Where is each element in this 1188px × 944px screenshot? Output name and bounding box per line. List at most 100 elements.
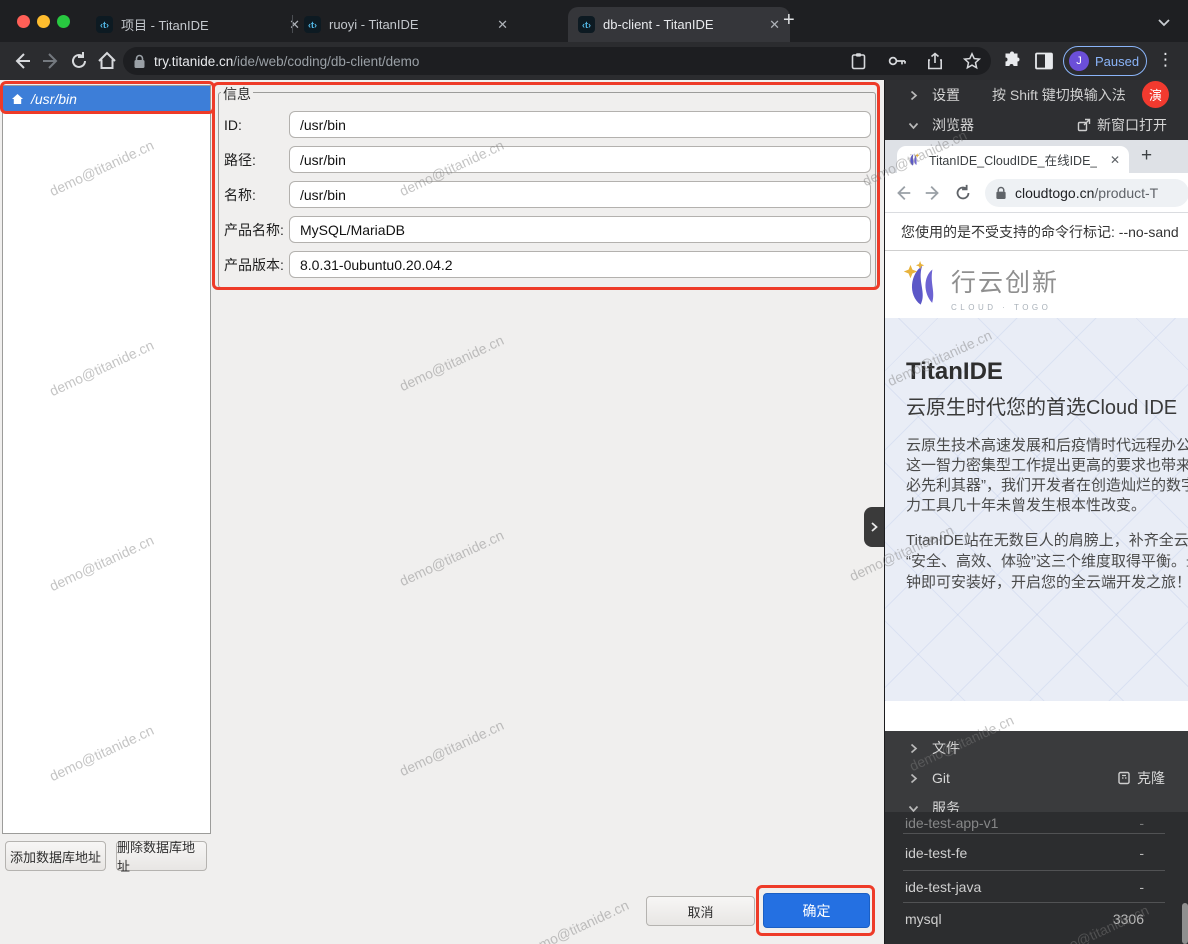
cloudtogo-logo-section: 行云创新 CLOUD · TOGO (885, 251, 1188, 318)
cloudtogo-logo-icon (899, 259, 945, 309)
profile-chip[interactable]: J Paused (1063, 46, 1147, 76)
share-icon[interactable] (927, 52, 943, 70)
tree-item-git[interactable]: Git 克隆 (885, 763, 1188, 793)
hero-subtitle: 云原生时代您的首选Cloud IDE (906, 391, 1177, 420)
close-tab-icon[interactable]: ✕ (769, 17, 780, 33)
embedded-tabstrip: TitanIDE_CloudIDE_在线IDE_ ✕ + (885, 140, 1188, 173)
cloudtogo-logo-sub: CLOUD · TOGO (951, 303, 1059, 312)
field-input-version[interactable]: 8.0.31-0ubuntu0.20.04.2 (289, 251, 871, 278)
scrollbar-thumb[interactable] (1182, 903, 1188, 944)
titanide-favicon: ‹t› (304, 16, 321, 33)
service-row[interactable]: ide-test-fe - (885, 836, 1188, 869)
forward-icon[interactable] (923, 183, 943, 203)
git-label: Git (932, 770, 950, 786)
cloudtogo-favicon (906, 152, 921, 167)
service-row[interactable]: ide-test-java - (885, 870, 1188, 903)
files-label: 文件 (932, 738, 960, 758)
lock-icon (995, 186, 1007, 200)
new-tab-button[interactable]: + (1141, 145, 1152, 167)
back-icon[interactable] (893, 183, 913, 203)
close-tab-icon[interactable]: ✕ (497, 17, 508, 33)
tab-label: db-client - TitanIDE (603, 17, 714, 32)
tree-item-files[interactable]: 文件 (885, 733, 1188, 763)
chevron-right-icon (907, 89, 920, 102)
cloudtogo-logo-name: 行云创新 (951, 263, 1059, 299)
row-divider (903, 833, 1165, 834)
bookmark-star-icon[interactable] (963, 52, 981, 70)
unsupported-flag-warning: 您使用的是不受支持的命令行标记: --no-sand (885, 213, 1188, 251)
url-path: /product-T (1094, 185, 1158, 201)
clipboard-icon[interactable] (850, 52, 867, 70)
address-bar[interactable]: try.titanide.cn/ide/web/coding/db-client… (123, 47, 991, 75)
remove-database-button[interactable]: 删除数据库地址 (116, 841, 207, 871)
input-method-hint: 按 Shift 键切换输入法 (992, 85, 1126, 105)
tab-search-chevron-icon[interactable] (1154, 12, 1174, 32)
field-input-path[interactable]: /usr/bin (289, 146, 871, 173)
url-host: try.titanide.cn (154, 54, 233, 69)
browser-toolbar: try.titanide.cn/ide/web/coding/db-client… (0, 42, 1188, 80)
field-label-product: 产品名称: (224, 216, 286, 243)
reload-icon[interactable] (68, 50, 90, 72)
embedded-tab[interactable]: TitanIDE_CloudIDE_在线IDE_ ✕ (897, 146, 1129, 173)
ide-side-panel: 设置 按 Shift 键切换输入法 演 浏览器 新窗口打开 (884, 80, 1188, 944)
ide-tree-section: 文件 Git 克隆 服务 (885, 731, 1188, 944)
clone-label: 克隆 (1137, 768, 1165, 788)
password-key-icon[interactable] (887, 54, 907, 68)
tab-db-client[interactable]: ‹t› db-client - TitanIDE ✕ (568, 7, 790, 42)
field-label-version: 产品版本: (224, 251, 286, 278)
home-icon (11, 93, 24, 105)
info-legend: 信息 (221, 84, 253, 104)
tab-project[interactable]: ‹t› 项目 - TitanIDE ✕ (86, 7, 310, 42)
chevron-down-icon (907, 119, 920, 132)
home-icon[interactable] (96, 50, 118, 72)
demo-badge[interactable]: 演 (1142, 81, 1169, 108)
service-list: ide-test-app-v1 - ide-test-fe - ide-test… (885, 812, 1188, 944)
external-link-icon (1077, 118, 1091, 132)
hero-title: TitanIDE (906, 358, 1003, 386)
url-host: cloudtogo.cn (1015, 185, 1094, 201)
field-label-path: 路径: (224, 146, 286, 173)
service-row[interactable]: mysql 3306 (885, 902, 1188, 935)
browser-label: 浏览器 (932, 115, 974, 135)
embedded-tab-title: TitanIDE_CloudIDE_在线IDE_ (929, 150, 1097, 169)
collapse-panel-handle[interactable] (864, 507, 884, 547)
browser-section-row[interactable]: 浏览器 新窗口打开 (885, 110, 1188, 140)
settings-label: 设置 (932, 85, 960, 105)
minimize-window-button[interactable] (37, 15, 50, 28)
embedded-address-bar[interactable]: cloudtogo.cn/product-T (985, 179, 1188, 207)
clone-icon (1117, 771, 1131, 785)
avatar: J (1069, 51, 1089, 71)
titanide-favicon: ‹t› (96, 16, 113, 33)
chevron-right-icon (907, 742, 920, 755)
add-database-button[interactable]: 添加数据库地址 (5, 841, 106, 871)
maximize-window-button[interactable] (57, 15, 70, 28)
new-tab-button[interactable]: + (783, 10, 795, 30)
titanide-favicon: ‹t› (578, 16, 595, 33)
git-clone-button[interactable]: 克隆 (1117, 768, 1165, 788)
tab-label: ruoyi - TitanIDE (329, 17, 419, 32)
field-input-name[interactable]: /usr/bin (289, 181, 871, 208)
reload-icon[interactable] (953, 183, 973, 203)
extensions-puzzle-icon[interactable] (1002, 51, 1022, 71)
tab-divider (292, 15, 293, 33)
forward-icon[interactable] (40, 50, 62, 72)
field-input-id[interactable]: /usr/bin (289, 111, 871, 138)
ok-button[interactable]: 确定 (763, 893, 870, 928)
db-client-app: /usr/bin 信息 ID: /usr/bin 路径: /usr/bin 名称… (0, 80, 884, 944)
profile-status: Paused (1095, 54, 1139, 69)
close-window-button[interactable] (17, 15, 30, 28)
cancel-button[interactable]: 取消 (646, 896, 755, 926)
close-tab-icon[interactable]: ✕ (1110, 153, 1120, 167)
service-row[interactable]: ide-test-app-v1 - (885, 812, 1188, 839)
screen: ‹t› 项目 - TitanIDE ✕ ‹t› ruoyi - TitanIDE… (0, 0, 1188, 944)
tab-ruoyi[interactable]: ‹t› ruoyi - TitanIDE ✕ (294, 7, 518, 42)
database-list-item-selected[interactable]: /usr/bin (3, 86, 210, 112)
back-icon[interactable] (11, 50, 33, 72)
hero-section: TitanIDE 云原生时代您的首选Cloud IDE 云原生技术高速发展和后疫… (885, 318, 1188, 701)
open-new-window-button[interactable]: 新窗口打开 (1077, 115, 1167, 135)
hero-paragraph-2: TitanIDE站在无数巨人的肩膀上，补齐全云端开 “安全、高效、体验”这三个维… (906, 530, 1188, 593)
side-panel-icon[interactable] (1034, 51, 1054, 71)
chevron-right-icon (907, 772, 920, 785)
kebab-menu-icon[interactable]: ⋮ (1157, 50, 1174, 70)
field-input-product[interactable]: MySQL/MariaDB (289, 216, 871, 243)
